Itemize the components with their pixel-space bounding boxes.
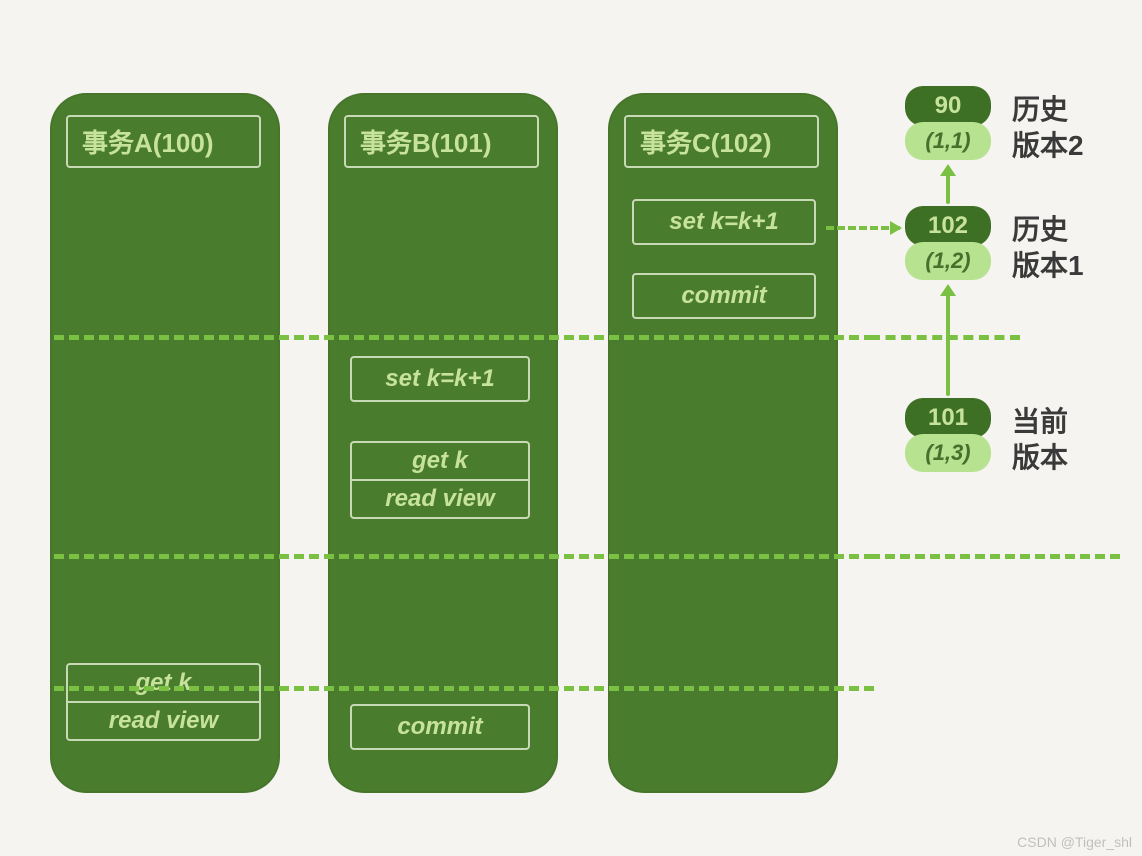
op-commit: commit [632,273,816,319]
timeline-divider-1 [54,335,874,340]
timeline-divider-2-ext [870,554,1120,559]
op-read-view: read view [352,479,528,517]
version-label: 历史 [1012,88,1068,128]
version-current: 101 (1,3) [905,398,991,472]
transaction-b-title: 事务B(101) [344,115,539,168]
watermark-text: CSDN @Tiger_shl [1017,834,1132,850]
op-read-view: read view [68,701,259,739]
version-data: (1,2) [905,242,991,280]
op-get-k: get k [68,665,259,701]
op-set-k: set k=k+1 [350,356,530,402]
version-id: 90 [905,86,991,126]
version-label: 版本2 [1012,124,1084,164]
version-id: 101 [905,398,991,438]
version-id: 102 [905,206,991,246]
diagram-canvas: 事务A(100) get k read view 事务B(101) set k=… [0,0,1142,856]
version-history-1: 102 (1,2) [905,206,991,280]
transaction-a-read-block: get k read view [66,663,261,741]
op-get-k: get k [352,443,528,479]
op-set-k: set k=k+1 [632,199,816,245]
version-label: 版本 [1012,436,1068,476]
version-data: (1,1) [905,122,991,160]
arrow-up-icon [946,166,950,204]
timeline-divider-3 [54,686,874,691]
timeline-divider-1-ext [870,335,1020,340]
version-label: 当前 [1012,400,1068,440]
op-commit: commit [350,704,530,750]
arrow-up-icon [946,286,950,396]
transaction-a-title: 事务A(100) [66,115,261,168]
version-label: 历史 [1012,208,1068,248]
transaction-b-read-block: get k read view [350,441,530,519]
version-data: (1,3) [905,434,991,472]
transaction-c-title: 事务C(102) [624,115,819,168]
version-history-2: 90 (1,1) [905,86,991,160]
arrow-right-icon [826,226,900,230]
version-label: 版本1 [1012,244,1084,284]
timeline-divider-2 [54,554,874,559]
